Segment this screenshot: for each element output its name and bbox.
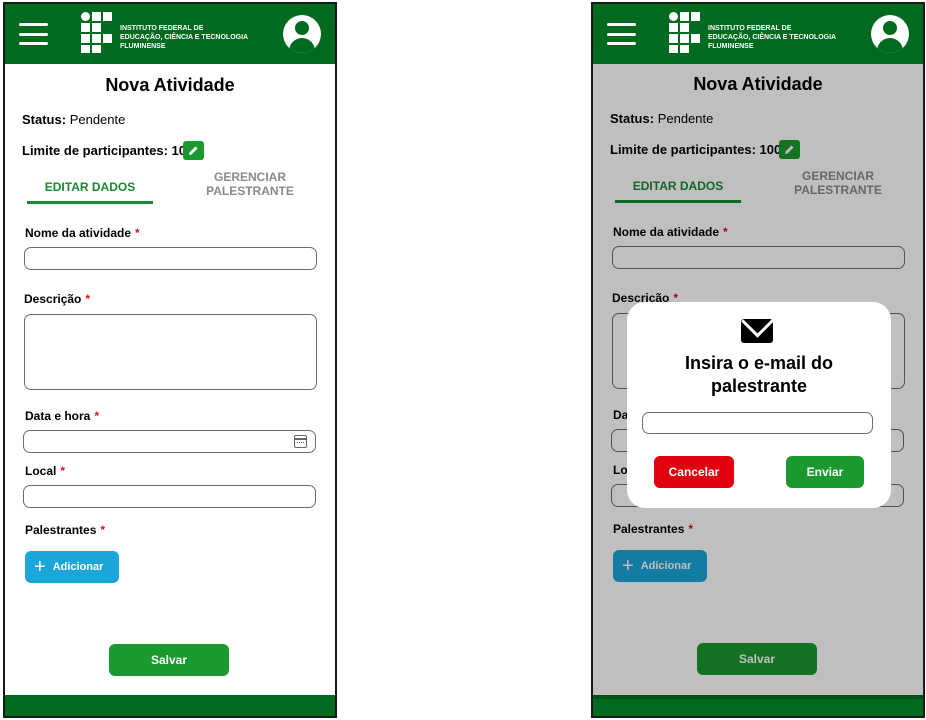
user-avatar-icon[interactable] [871,15,909,53]
tab-manage-speaker[interactable]: GERENCIAR PALESTRANTE [183,170,317,198]
activity-name-input[interactable] [24,247,317,270]
cancel-button[interactable]: Cancelar [654,456,734,488]
hamburger-menu-icon[interactable] [607,23,636,45]
logo-mark [81,12,112,53]
screen-new-activity: INSTITUTO FEDERAL DE EDUCAÇÃO, CIÊNCIA E… [3,2,337,718]
description-label: Descrição * [24,292,91,306]
page-title: Nova Atividade [105,75,235,95]
hamburger-menu-icon[interactable] [19,23,48,45]
logo-text: INSTITUTO FEDERAL DE EDUCAÇÃO, CIÊNCIA E… [120,25,249,50]
pencil-icon [189,146,198,155]
speaker-email-input[interactable] [642,412,873,434]
dialog-title: Insira o e-mail do palestrante [684,353,834,396]
add-speaker-button[interactable]: + Adicionar [25,551,119,583]
app-header: INSTITUTO FEDERAL DE EDUCAÇÃO, CIÊNCIA E… [593,4,923,64]
save-button[interactable]: Salvar [109,644,229,676]
logo-text: INSTITUTO FEDERAL DE EDUCAÇÃO, CIÊNCIA E… [708,25,837,50]
speaker-email-dialog: Insira o e-mail do palestrante Cancelar … [627,302,891,508]
activity-name-label: Nome da atividade * [25,226,140,240]
location-input[interactable] [23,485,316,508]
status-text: Status: Pendente [22,112,126,127]
app-footer [5,695,335,716]
app-header: INSTITUTO FEDERAL DE EDUCAÇÃO, CIÊNCIA E… [5,4,335,64]
tab-edit-data[interactable]: EDITAR DADOS [27,180,153,204]
send-button[interactable]: Enviar [786,456,864,488]
logo-mark [669,12,700,53]
location-label: Local * [25,464,66,478]
plus-icon: + [34,556,46,578]
calendar-icon[interactable] [294,435,307,448]
user-avatar-icon[interactable] [283,15,321,53]
participant-limit: Limite de participantes: 10 [22,143,187,158]
institution-logo: INSTITUTO FEDERAL DE EDUCAÇÃO, CIÊNCIA E… [669,12,844,56]
speakers-label: Palestrantes * [25,523,106,537]
screen-add-speaker-modal: INSTITUTO FEDERAL DE EDUCAÇÃO, CIÊNCIA E… [591,2,925,718]
edit-limit-button[interactable] [183,141,204,160]
datetime-label: Data e hora * [25,409,100,423]
mail-icon [741,319,773,343]
datetime-input[interactable] [23,430,316,453]
institution-logo: INSTITUTO FEDERAL DE EDUCAÇÃO, CIÊNCIA E… [81,12,256,56]
description-textarea[interactable] [24,314,317,390]
